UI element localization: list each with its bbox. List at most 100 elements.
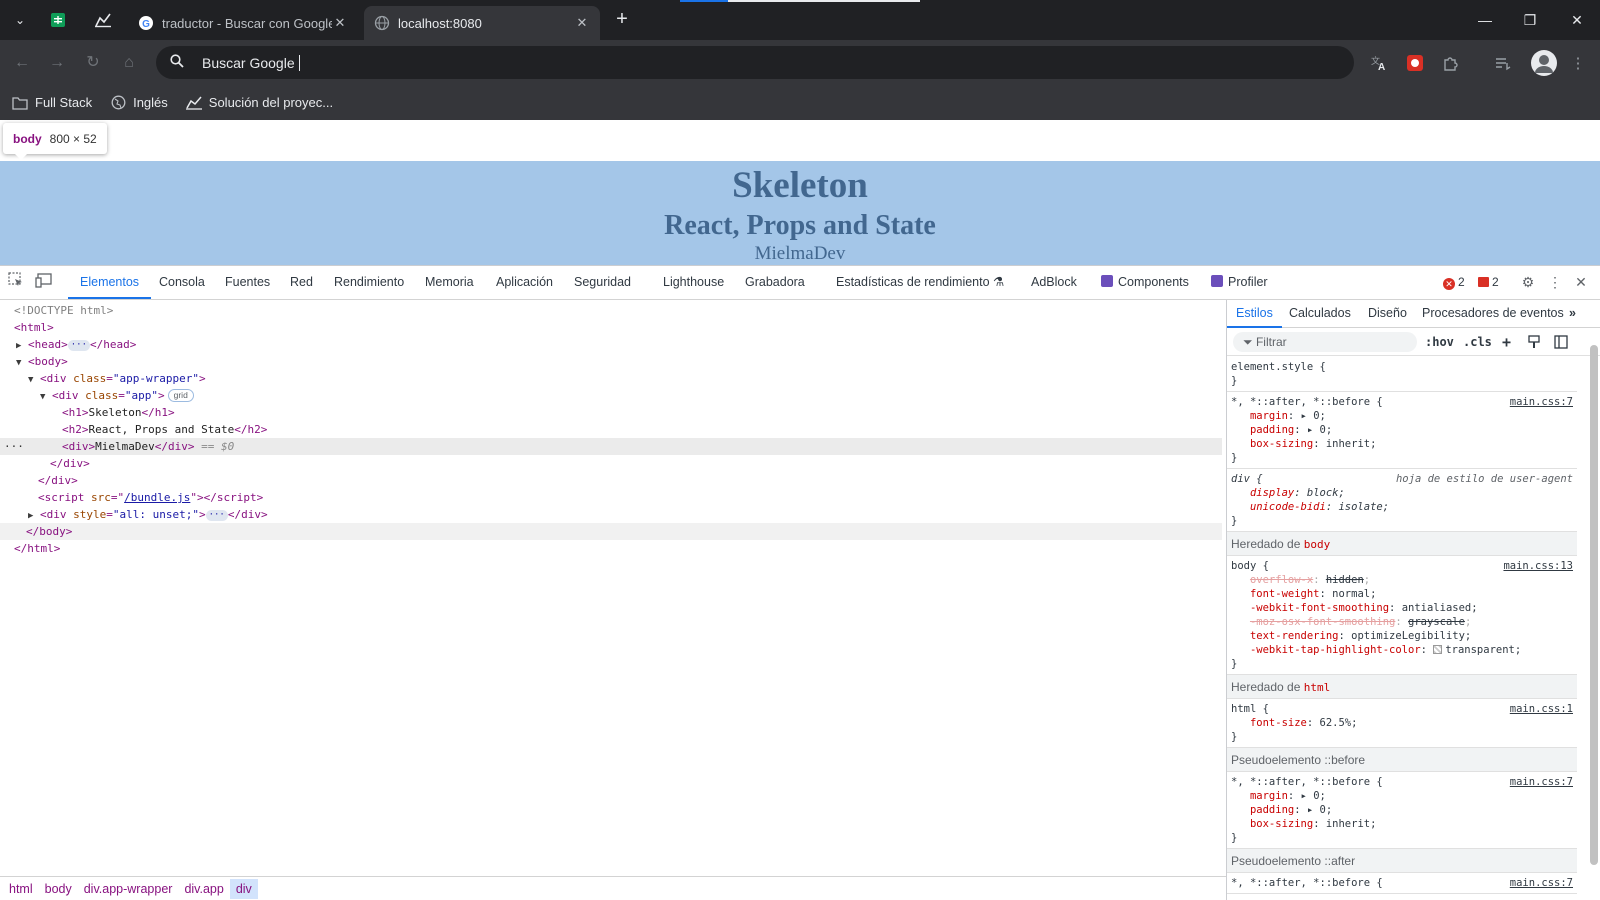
grid-badge[interactable]: grid (167, 389, 194, 402)
ellipsis-icon[interactable]: ··· (67, 340, 91, 351)
dom-script[interactable]: <script src="/bundle.js"></script> (0, 489, 1222, 506)
crumb-app[interactable]: div.app (178, 879, 229, 899)
dom-html-open[interactable]: <html> (0, 319, 1222, 336)
bookmark-solucion[interactable]: Solución del proyec... (185, 95, 333, 111)
styles-filter-input[interactable]: ⏷ Filtrar (1233, 332, 1417, 352)
errors-badge[interactable]: ✕ 2 (1443, 266, 1465, 299)
dom-unset-div[interactable]: ▶ <div style="all: unset;"> ··· </div> (0, 506, 1222, 523)
media-queue-icon[interactable] (1490, 50, 1516, 76)
dom-h2[interactable]: <h2>React, Props and State</h2> (0, 421, 1222, 438)
forward-icon[interactable]: → (45, 51, 69, 75)
close-devtools-icon[interactable]: ✕ (1571, 272, 1591, 292)
inspect-element-icon[interactable] (6, 272, 26, 292)
settings-gear-icon[interactable]: ⚙ (1518, 272, 1538, 292)
dom-h1[interactable]: <h1>Skeleton</h1> (0, 404, 1222, 421)
address-bar[interactable]: Buscar Google (156, 46, 1354, 79)
rule-source-link[interactable]: main.css:7 (1510, 395, 1573, 409)
tab-grabadora[interactable]: Grabadora (745, 266, 805, 299)
more-tabs-chevron-icon[interactable]: » (1569, 300, 1576, 328)
address-input[interactable]: Buscar Google (202, 54, 300, 71)
tab-estilos[interactable]: Estilos (1227, 300, 1282, 328)
tab-fuentes[interactable]: Fuentes (225, 266, 270, 299)
tab-lighthouse[interactable]: Lighthouse (663, 266, 724, 299)
tab-search-chevron-icon[interactable]: ⌄ (10, 10, 30, 30)
cls-button[interactable]: .cls (1463, 332, 1492, 352)
rule-body[interactable]: main.css:13 body { overflow-x: hidden; f… (1227, 556, 1577, 675)
browser-menu-icon[interactable]: ⋮ (1565, 50, 1591, 76)
tab-estadisticas[interactable]: Estadísticas de rendimiento ⚗ (836, 266, 1004, 299)
styles-scrollbar[interactable] (1588, 335, 1598, 895)
dom-wrapper-close[interactable]: </div> (0, 472, 1222, 489)
translate-icon[interactable]: 文A (1366, 50, 1392, 76)
adblock-extension-icon[interactable] (1402, 50, 1428, 76)
tab-red[interactable]: Red (290, 266, 313, 299)
rule-source-link[interactable]: main.css:13 (1503, 559, 1573, 573)
close-window-icon[interactable]: ✕ (1565, 8, 1589, 32)
tab-consola[interactable]: Consola (159, 266, 205, 299)
dom-html-close[interactable]: </html> (0, 540, 1222, 557)
hov-button[interactable]: :hov (1425, 332, 1454, 352)
device-toolbar-icon[interactable] (34, 272, 54, 292)
rule-source-link[interactable]: main.css:7 (1510, 775, 1573, 789)
dom-app-wrapper[interactable]: ▼ <div class="app-wrapper"> (0, 370, 1222, 387)
tab-procesadores[interactable]: Procesadores de eventos (1422, 300, 1564, 328)
close-tab-icon[interactable]: ✕ (574, 15, 590, 31)
filter-funnel-icon: ⏷ (1243, 335, 1253, 349)
tab-google-search[interactable]: G traductor - Buscar con Google ✕ (128, 6, 358, 40)
tab-localhost[interactable]: localhost:8080 ✕ (364, 6, 600, 40)
crumb-html[interactable]: html (3, 879, 39, 899)
crumb-div[interactable]: div (229, 879, 258, 899)
tab-memoria[interactable]: Memoria (425, 266, 474, 299)
rule-source-link[interactable]: main.css:7 (1510, 876, 1573, 890)
close-tab-icon[interactable]: ✕ (332, 15, 348, 31)
tab-seguridad[interactable]: Seguridad (574, 266, 631, 299)
rule-div-ua[interactable]: hoja de estilo de user-agent div { displ… (1227, 469, 1577, 532)
new-tab-button[interactable]: + (610, 8, 634, 32)
extensions-puzzle-icon[interactable] (1438, 50, 1464, 76)
reload-icon[interactable]: ↻ (81, 51, 105, 75)
rule-source-link[interactable]: main.css:1 (1510, 702, 1573, 716)
tab-adblock[interactable]: AdBlock (1031, 266, 1077, 299)
dom-doctype[interactable]: <!DOCTYPE html> (0, 302, 1222, 319)
dom-body-open[interactable]: ▼ <body> (0, 353, 1222, 370)
color-swatch[interactable] (1433, 645, 1443, 654)
crumb-app-wrapper[interactable]: div.app-wrapper (78, 879, 179, 899)
tab-diseno[interactable]: Diseño (1368, 300, 1407, 328)
tab-calculados[interactable]: Calculados (1289, 300, 1351, 328)
paint-brush-icon[interactable] (1527, 332, 1541, 352)
tab-components[interactable]: Components (1101, 266, 1189, 299)
h2-text: React, Props and State (88, 423, 235, 436)
rule-universal-after[interactable]: main.css:7 *, *::after, *::before { (1227, 873, 1577, 894)
more-options-icon[interactable]: ⋮ (1545, 272, 1565, 292)
ellipsis-icon[interactable]: ··· (205, 510, 228, 521)
dom-app[interactable]: ▼ <div class="app"> grid (0, 387, 1222, 404)
tab-rendimiento[interactable]: Rendimiento (334, 266, 404, 299)
tab-elementos[interactable]: Elementos (68, 266, 152, 299)
pinned-tab-sheets[interactable] (46, 8, 70, 32)
pinned-tab-chart[interactable] (91, 8, 115, 32)
inherited-from-html-header: Heredado de html (1227, 675, 1577, 699)
issues-badge[interactable]: 2 (1478, 266, 1499, 299)
rule-html[interactable]: main.css:1 html { font-size: 62.5%; } (1227, 699, 1577, 748)
new-rule-plus-icon[interactable]: + (1502, 332, 1511, 352)
tab-profiler[interactable]: Profiler (1211, 266, 1268, 299)
toggle-sidebar-icon[interactable] (1554, 332, 1568, 352)
restore-icon[interactable]: ❐ (1518, 8, 1542, 32)
bookmark-full-stack[interactable]: Full Stack (12, 95, 92, 111)
crumb-body[interactable]: body (39, 879, 78, 899)
node-actions-ellipsis-icon[interactable]: ··· (4, 438, 24, 455)
bookmark-ingles[interactable]: Inglés (110, 95, 168, 111)
rule-element-style[interactable]: element.style { } (1227, 357, 1577, 392)
dom-div-selected[interactable]: ··· <div>MielmaDev</div> == $0 (0, 438, 1222, 455)
back-icon[interactable]: ← (10, 51, 34, 75)
tab-aplicacion[interactable]: Aplicación (496, 266, 553, 299)
script-src-link[interactable]: /bundle.js (124, 491, 190, 504)
rule-universal[interactable]: main.css:7 *, *::after, *::before { marg… (1227, 392, 1577, 469)
dom-head[interactable]: ▶ <head> ··· </head> (0, 336, 1222, 353)
home-icon[interactable]: ⌂ (117, 51, 141, 75)
minimize-icon[interactable]: — (1473, 8, 1497, 32)
dom-body-close[interactable]: </body> (0, 523, 1222, 540)
dom-app-close[interactable]: </div> (0, 455, 1222, 472)
profile-avatar[interactable] (1529, 48, 1559, 78)
rule-universal-before[interactable]: main.css:7 *, *::after, *::before { marg… (1227, 772, 1577, 849)
